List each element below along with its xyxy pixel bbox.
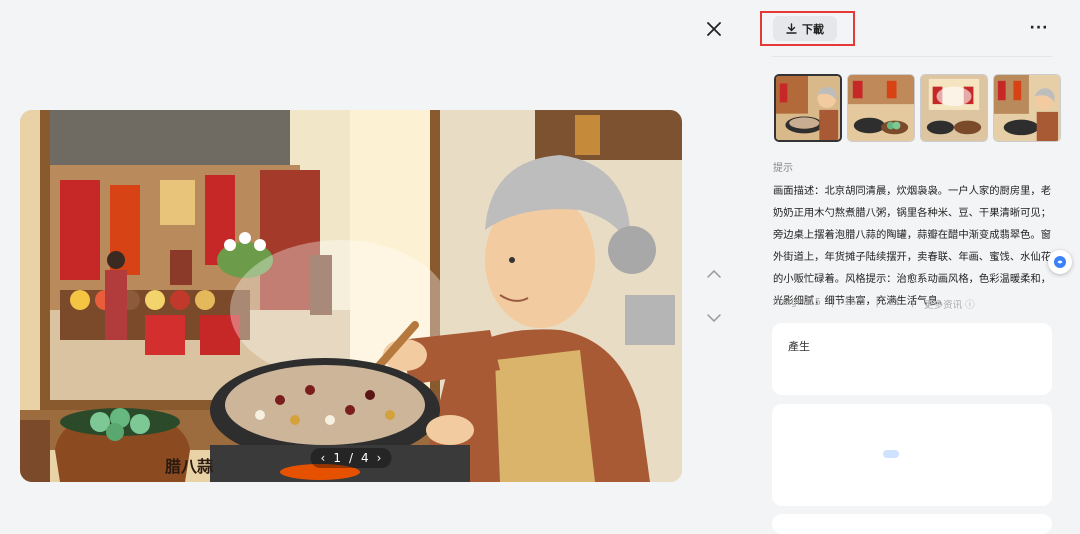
chevron-down-icon <box>707 314 721 322</box>
pager-next-icon[interactable]: › <box>377 451 382 465</box>
more-options-button[interactable]: ··· <box>1028 18 1050 38</box>
meta-separator: | <box>910 297 915 308</box>
more-icon: ··· <box>1029 20 1049 36</box>
kitchen-illustration: 腊八蒜 <box>20 110 682 482</box>
thumbnail-2[interactable] <box>847 74 915 142</box>
loading-indicator <box>883 450 899 458</box>
chevron-up-icon <box>707 270 721 278</box>
download-button[interactable]: 下載 <box>773 16 837 41</box>
meta-separator: | <box>875 297 879 308</box>
result-card <box>772 404 1052 506</box>
meta-more-link[interactable]: 更多资讯 ⓘ <box>924 297 975 311</box>
divider <box>772 56 1052 57</box>
detail-panel: 下載 ··· 提示 画面描述：北京胡同清晨，炊烟袅袅。一户人家的厨房里，老奶奶正… <box>744 0 1080 534</box>
thumbnail-image <box>776 76 840 140</box>
close-button[interactable] <box>702 17 726 41</box>
download-icon <box>786 23 797 34</box>
pager-prev-icon[interactable]: ‹ <box>321 451 326 465</box>
meta-resolution: 2K <box>888 297 901 308</box>
image-pager: ‹ 1 / 4 › <box>310 448 392 468</box>
image-meta: Image 4.5 | 16:9 | 2K | 更多资讯 ⓘ <box>773 297 975 311</box>
generate-label: 產生 <box>788 340 810 353</box>
previous-image-button[interactable] <box>704 264 724 284</box>
prompt-text: 画面描述：北京胡同清晨，炊烟袅袅。一户人家的厨房里，老奶奶正用木勺熬煮腊八粥，锅… <box>773 185 1052 307</box>
pager-current: 1 <box>333 451 341 465</box>
thumbnail-1[interactable] <box>774 74 842 142</box>
result-card <box>772 514 1052 534</box>
pager-total: 4 <box>361 451 369 465</box>
image-viewer: 腊八蒜 ‹ 1 / 4 › <box>0 0 744 522</box>
thumbnail-image <box>921 75 987 141</box>
thumbnail-3[interactable] <box>920 74 988 142</box>
generate-card[interactable]: 產生 <box>772 323 1052 395</box>
close-icon <box>707 22 721 36</box>
prompt-label: 提示 <box>773 163 793 174</box>
jar-label: 腊八蒜 <box>165 457 213 476</box>
thumbnail-image <box>994 75 1060 141</box>
assistant-button[interactable] <box>1048 250 1072 274</box>
next-image-button[interactable] <box>704 308 724 328</box>
pager-separator: / <box>348 451 354 465</box>
download-label: 下載 <box>802 22 824 36</box>
main-image: 腊八蒜 ‹ 1 / 4 › <box>20 110 682 482</box>
thumbnail-image <box>848 75 914 141</box>
thumbnail-4[interactable] <box>993 74 1061 142</box>
thumbnail-strip <box>774 74 1061 142</box>
assistant-icon <box>1054 256 1066 268</box>
meta-ratio: 16:9 <box>844 297 866 308</box>
meta-model: Image 4.5 <box>773 297 821 308</box>
meta-separator: | <box>830 297 835 308</box>
